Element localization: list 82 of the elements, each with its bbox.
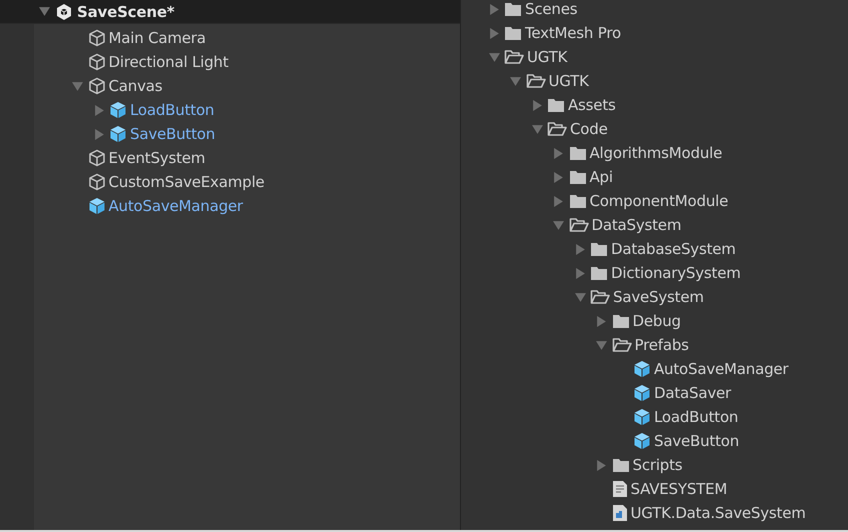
folder-icon — [590, 265, 608, 281]
folder-icon — [504, 25, 522, 41]
folder-icon — [568, 169, 586, 185]
tree-item-label[interactable]: SaveButton — [130, 125, 216, 143]
cube-icon — [88, 149, 106, 167]
tree-item-label[interactable]: Debug — [632, 312, 681, 330]
open-folder-icon — [547, 121, 567, 137]
tree-item-label[interactable]: AutoSaveManager — [654, 360, 788, 378]
cube-icon — [109, 125, 127, 143]
open-folder-icon — [504, 49, 524, 65]
expand-arrow-icon[interactable] — [94, 104, 104, 116]
assembly-file-icon — [612, 504, 628, 522]
expand-arrow-icon[interactable] — [553, 172, 564, 182]
collapse-arrow-icon[interactable] — [38, 6, 50, 17]
cube-icon — [88, 53, 106, 71]
collapse-arrow-icon[interactable] — [553, 220, 564, 230]
tree-item-label[interactable]: TextMesh Pro — [525, 24, 621, 42]
tree-item-label[interactable]: UGTK — [527, 48, 568, 66]
expand-arrow-icon[interactable] — [574, 268, 586, 278]
folder-icon — [568, 145, 586, 161]
tree-item-label[interactable]: SAVESYSTEM — [630, 480, 728, 498]
text-file-icon — [612, 480, 628, 498]
unity-scene-icon — [55, 2, 73, 20]
tree-item-label[interactable]: LoadButton — [654, 408, 738, 426]
expand-arrow-icon[interactable] — [596, 460, 607, 470]
open-folder-icon — [526, 73, 546, 89]
folder-icon — [547, 97, 565, 113]
scene-title[interactable]: SaveScene* — [77, 2, 174, 20]
tree-item-label[interactable]: ComponentModule — [590, 192, 728, 210]
collapse-arrow-icon[interactable] — [532, 124, 542, 134]
tree-item-label[interactable]: UGTK — [548, 72, 589, 90]
tree-item-label[interactable]: Code — [570, 120, 608, 138]
tree-item-label[interactable]: Canvas — [108, 77, 162, 95]
tree-item-label[interactable]: CustomSaveExample — [108, 173, 264, 191]
tree-item-label[interactable]: DataSaver — [654, 384, 732, 402]
collapse-arrow-icon[interactable] — [574, 292, 586, 302]
cube-icon — [633, 432, 651, 450]
cube-icon — [88, 197, 106, 215]
cube-icon — [88, 77, 106, 95]
tree-item-label[interactable]: DatabaseSystem — [611, 240, 736, 258]
cube-icon — [633, 408, 651, 426]
tree-item-label[interactable]: Directional Light — [108, 53, 228, 71]
collapse-arrow-icon[interactable] — [488, 52, 500, 62]
cube-icon — [633, 384, 651, 402]
tree-item-label[interactable]: Scripts — [632, 456, 682, 474]
tree-item-label[interactable]: UGTK.Data.SaveSystem — [630, 504, 806, 522]
tree-item-label[interactable]: SaveSystem — [613, 288, 704, 306]
tree-item-label[interactable]: EventSystem — [108, 149, 206, 167]
folder-icon — [590, 241, 608, 257]
collapse-arrow-icon[interactable] — [596, 340, 607, 350]
cube-icon — [633, 360, 651, 378]
folder-icon — [612, 313, 630, 329]
collapse-arrow-icon[interactable] — [72, 80, 83, 92]
tree-item-label[interactable]: Prefabs — [634, 336, 689, 354]
tree-item-label[interactable]: SaveButton — [654, 432, 740, 450]
expand-arrow-icon[interactable] — [488, 4, 500, 14]
cube-icon — [88, 29, 106, 47]
expand-arrow-icon[interactable] — [532, 100, 542, 110]
tree-item-label[interactable]: Main Camera — [108, 29, 206, 47]
folder-icon — [568, 193, 586, 209]
expand-arrow-icon[interactable] — [94, 128, 104, 140]
tree-item-label[interactable]: DictionarySystem — [611, 264, 741, 282]
tree-item-label[interactable]: DataSystem — [592, 216, 682, 234]
cube-icon — [109, 101, 127, 119]
collapse-arrow-icon[interactable] — [510, 76, 521, 86]
cube-icon — [88, 173, 106, 191]
expand-arrow-icon[interactable] — [596, 316, 607, 326]
expand-arrow-icon[interactable] — [574, 244, 586, 254]
tree-item-label[interactable]: Api — [590, 168, 613, 186]
open-folder-icon — [568, 217, 588, 233]
folder-icon — [504, 1, 522, 17]
tree-item-label[interactable]: Assets — [568, 96, 616, 114]
tree-item-label[interactable]: Scenes — [525, 0, 578, 18]
expand-arrow-icon[interactable] — [553, 148, 564, 158]
expand-arrow-icon[interactable] — [488, 28, 500, 38]
expand-arrow-icon[interactable] — [553, 196, 564, 206]
open-folder-icon — [590, 289, 610, 305]
folder-icon — [612, 457, 630, 473]
open-folder-icon — [612, 337, 632, 353]
tree-item-label[interactable]: LoadButton — [130, 101, 214, 119]
tree-item-label[interactable]: AutoSaveManager — [108, 197, 243, 215]
tree-item-label[interactable]: AlgorithmsModule — [590, 144, 722, 162]
